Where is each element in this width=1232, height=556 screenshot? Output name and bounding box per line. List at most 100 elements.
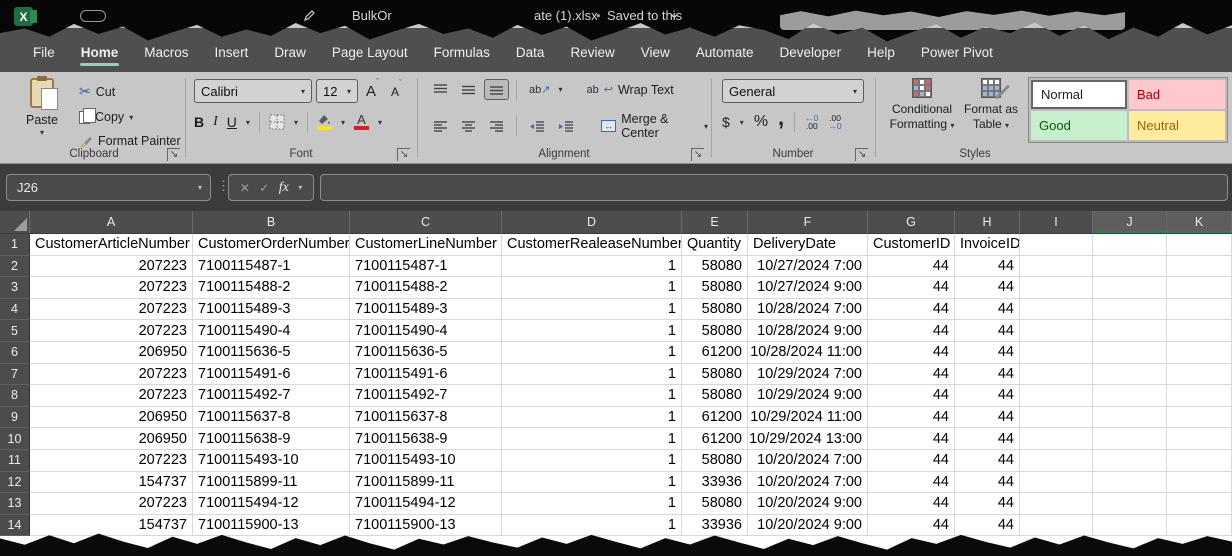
search-box[interactable] (780, 9, 1125, 30)
cell-E1[interactable]: Quantity (682, 234, 748, 256)
cell-K9[interactable] (1167, 407, 1232, 429)
enter-icon[interactable]: ✓ (259, 181, 269, 195)
select-all-button[interactable] (0, 211, 30, 234)
tab-macros[interactable]: Macros (131, 41, 201, 65)
format-as-table-button[interactable]: Format as Table ▾ (960, 78, 1022, 133)
cell-E14[interactable]: 33936 (682, 515, 748, 537)
cell-B5[interactable]: 7100115490-4 (193, 320, 350, 342)
cell-A8[interactable]: 207223 (30, 385, 193, 407)
cell-B3[interactable]: 7100115488-2 (193, 277, 350, 299)
cell-F9[interactable]: 10/29/2024 11:00 (748, 407, 868, 429)
column-header-F[interactable]: F (748, 211, 868, 234)
cell-J2[interactable] (1093, 256, 1167, 278)
cell-E8[interactable]: 58080 (682, 385, 748, 407)
cell-D8[interactable]: 1 (502, 385, 682, 407)
cell-K5[interactable] (1167, 320, 1232, 342)
cell-H8[interactable]: 44 (955, 385, 1020, 407)
cell-J4[interactable] (1093, 299, 1167, 321)
increase-indent-button[interactable] (553, 116, 579, 137)
cell-A10[interactable]: 206950 (30, 428, 193, 450)
merge-center-button[interactable]: ↔ Merge & Center ▾ (601, 112, 708, 140)
cell-B2[interactable]: 7100115487-1 (193, 256, 350, 278)
cell-C6[interactable]: 7100115636-5 (350, 342, 502, 364)
cell-G4[interactable]: 44 (868, 299, 955, 321)
cell-I1[interactable] (1020, 234, 1093, 256)
cell-E6[interactable]: 61200 (682, 342, 748, 364)
cell-G13[interactable]: 44 (868, 493, 955, 515)
cell-K8[interactable] (1167, 385, 1232, 407)
cell-D13[interactable]: 1 (502, 493, 682, 515)
cell-A12[interactable]: 154737 (30, 472, 193, 494)
style-good[interactable]: Good (1031, 111, 1127, 140)
cell-K14[interactable] (1167, 515, 1232, 537)
cell-C9[interactable]: 7100115637-8 (350, 407, 502, 429)
cell-K2[interactable] (1167, 256, 1232, 278)
cell-B6[interactable]: 7100115636-5 (193, 342, 350, 364)
cell-F7[interactable]: 10/29/2024 7:00 (748, 364, 868, 386)
align-middle-button[interactable] (456, 79, 481, 100)
cell-H13[interactable]: 44 (955, 493, 1020, 515)
cell-F4[interactable]: 10/28/2024 7:00 (748, 299, 868, 321)
cell-H2[interactable]: 44 (955, 256, 1020, 278)
cell-C2[interactable]: 7100115487-1 (350, 256, 502, 278)
cell-F2[interactable]: 10/27/2024 7:00 (748, 256, 868, 278)
copy-button[interactable]: Copy ▾ (74, 107, 186, 127)
cell-H6[interactable]: 44 (955, 342, 1020, 364)
cell-G8[interactable]: 44 (868, 385, 955, 407)
cell-K7[interactable] (1167, 364, 1232, 386)
cell-F12[interactable]: 10/20/2024 7:00 (748, 472, 868, 494)
increase-decimal-button[interactable]: ←0.00 (805, 114, 818, 130)
column-header-G[interactable]: G (868, 211, 955, 234)
conditional-formatting-button[interactable]: Conditional Formatting ▾ (888, 78, 956, 133)
font-size-combo[interactable]: 12 ▾ (316, 79, 358, 103)
column-header-E[interactable]: E (682, 211, 748, 234)
cell-A2[interactable]: 207223 (30, 256, 193, 278)
number-format-combo[interactable]: General ▾ (722, 79, 864, 103)
cell-I6[interactable] (1020, 342, 1093, 364)
paste-button[interactable]: Paste ▾ (16, 78, 68, 154)
percent-button[interactable]: % (754, 113, 768, 131)
cell-D9[interactable]: 1 (502, 407, 682, 429)
chevron-down-icon[interactable]: ⌄ (668, 4, 681, 22)
cell-B12[interactable]: 7100115899-11 (193, 472, 350, 494)
cell-I7[interactable] (1020, 364, 1093, 386)
align-right-button[interactable] (484, 116, 509, 137)
cell-E4[interactable]: 58080 (682, 299, 748, 321)
borders-chevron-icon[interactable]: ▾ (294, 118, 298, 127)
cell-E11[interactable]: 58080 (682, 450, 748, 472)
cell-J11[interactable] (1093, 450, 1167, 472)
column-header-D[interactable]: D (502, 211, 682, 234)
cell-G6[interactable]: 44 (868, 342, 955, 364)
currency-button[interactable]: $ (722, 114, 730, 130)
borders-button[interactable] (269, 114, 285, 130)
decrease-font-size-button[interactable]: Aˇ (387, 83, 406, 99)
cell-J10[interactable] (1093, 428, 1167, 450)
name-box[interactable]: J26 ▾ (6, 174, 211, 201)
cell-H10[interactable]: 44 (955, 428, 1020, 450)
tab-formulas[interactable]: Formulas (421, 41, 503, 65)
cell-G10[interactable]: 44 (868, 428, 955, 450)
tab-file[interactable]: File (20, 41, 68, 65)
cell-C12[interactable]: 7100115899-11 (350, 472, 502, 494)
italic-button[interactable]: I (213, 114, 218, 130)
cell-I13[interactable] (1020, 493, 1093, 515)
tab-draw[interactable]: Draw (261, 41, 319, 65)
cell-I2[interactable] (1020, 256, 1093, 278)
cell-C4[interactable]: 7100115489-3 (350, 299, 502, 321)
cell-F3[interactable]: 10/27/2024 9:00 (748, 277, 868, 299)
row-header-7[interactable]: 7 (0, 364, 30, 386)
cell-F6[interactable]: 10/28/2024 11:00 (748, 342, 868, 364)
cell-H4[interactable]: 44 (955, 299, 1020, 321)
cell-K4[interactable] (1167, 299, 1232, 321)
cell-D7[interactable]: 1 (502, 364, 682, 386)
fill-color-chevron-icon[interactable]: ▾ (341, 118, 345, 127)
cell-K12[interactable] (1167, 472, 1232, 494)
clipboard-dialog-launcher[interactable]: ↘ (167, 148, 180, 161)
cell-B13[interactable]: 7100115494-12 (193, 493, 350, 515)
style-neutral[interactable]: Neutral (1129, 111, 1225, 140)
column-header-J[interactable]: J (1093, 211, 1167, 234)
cell-J5[interactable] (1093, 320, 1167, 342)
cell-C14[interactable]: 7100115900-13 (350, 515, 502, 537)
underline-button[interactable]: U (227, 114, 237, 130)
cell-D6[interactable]: 1 (502, 342, 682, 364)
